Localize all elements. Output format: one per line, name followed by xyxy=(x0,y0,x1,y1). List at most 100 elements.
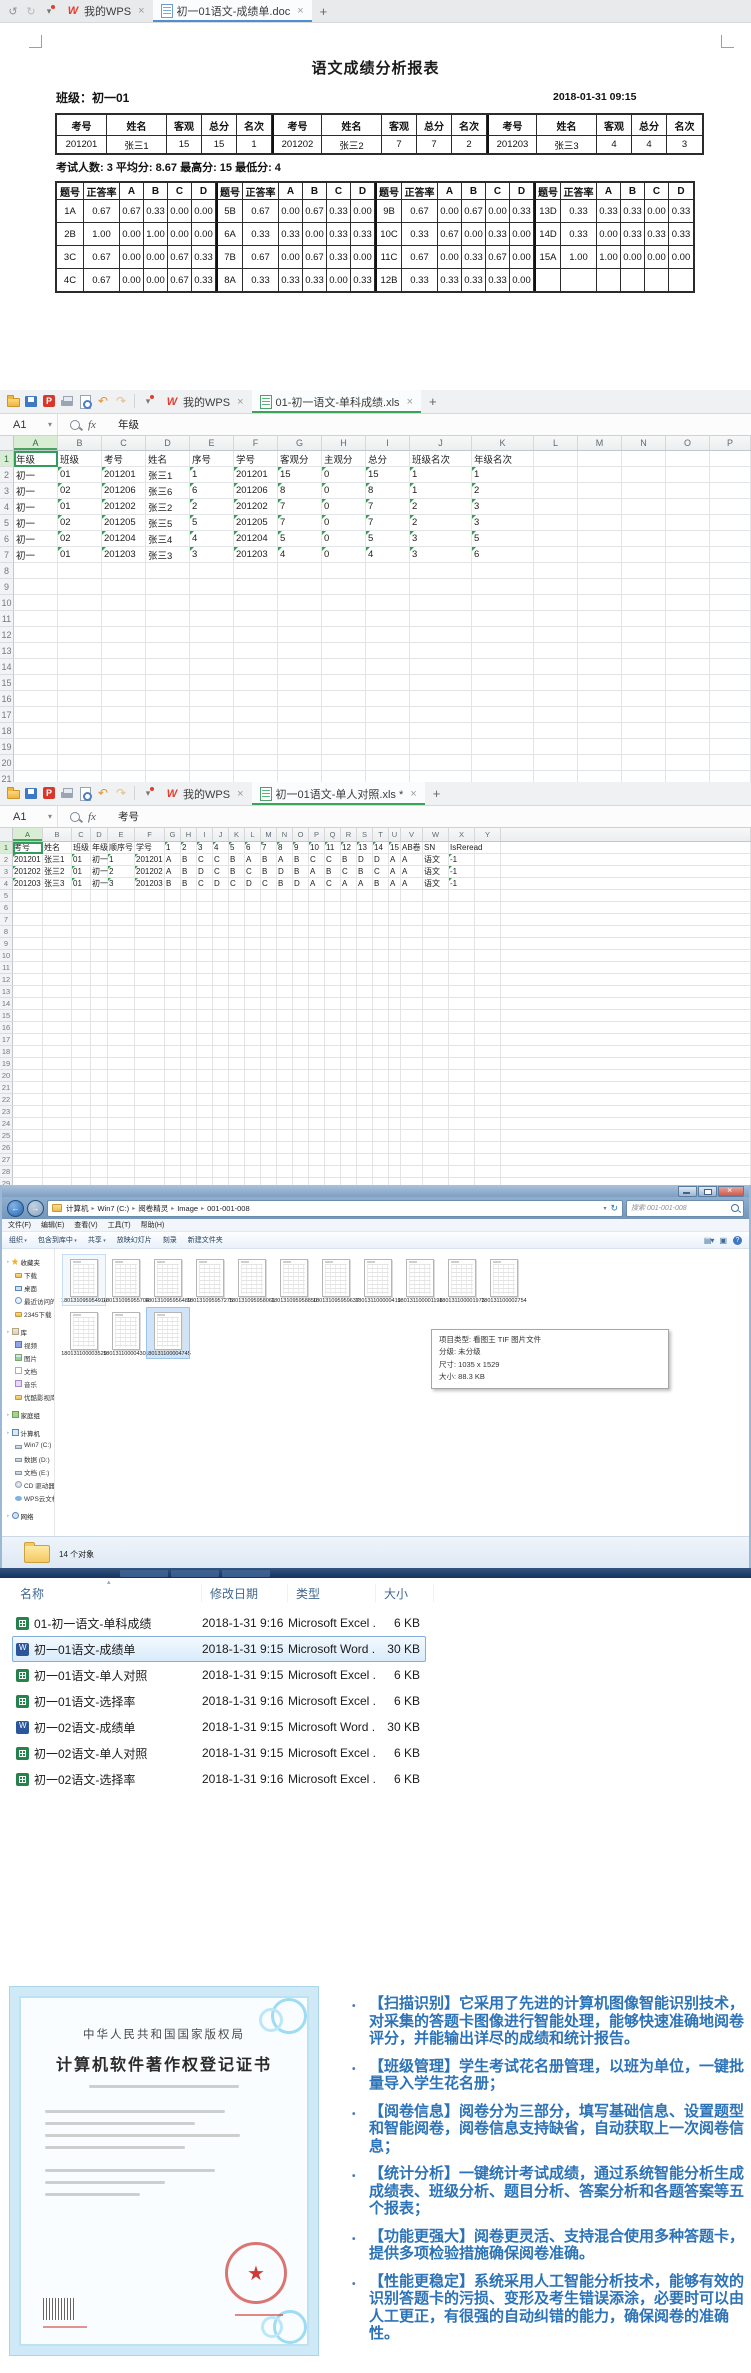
cell[interactable] xyxy=(341,1058,357,1070)
cell[interactable] xyxy=(472,723,534,739)
cell[interactable] xyxy=(146,643,190,659)
breadcrumb[interactable]: 计算机Win7 (C:)阅卷精灵Image001-001-008 xyxy=(47,1200,623,1217)
cell[interactable]: C xyxy=(325,878,341,890)
row-header[interactable]: 2 xyxy=(0,854,13,866)
menu-item[interactable]: 编辑(E) xyxy=(41,1220,64,1230)
column-header[interactable]: H xyxy=(181,828,197,841)
cell[interactable] xyxy=(13,1118,43,1130)
cell[interactable]: 201205 xyxy=(234,515,278,531)
cell[interactable] xyxy=(190,643,234,659)
column-header[interactable]: C xyxy=(102,436,146,450)
cell[interactable] xyxy=(190,659,234,675)
tab-close-icon[interactable] xyxy=(410,788,416,800)
cell[interactable] xyxy=(449,950,475,962)
sidebar-item[interactable]: CD 驱动器 (Z:) xyxy=(2,1478,54,1491)
cell[interactable] xyxy=(389,962,401,974)
cell[interactable] xyxy=(58,579,102,595)
cell[interactable] xyxy=(181,1058,197,1070)
cell[interactable] xyxy=(666,723,710,739)
cell[interactable] xyxy=(91,926,108,938)
cell[interactable] xyxy=(578,627,622,643)
cell[interactable] xyxy=(501,1046,751,1058)
cell[interactable] xyxy=(410,643,472,659)
file-row[interactable]: 初一02语文-单人对照2018-1-31 9:15Microsoft Excel… xyxy=(12,1740,426,1766)
cell[interactable] xyxy=(135,1082,165,1094)
cell[interactable] xyxy=(373,1094,389,1106)
new-tab-button[interactable] xyxy=(312,0,336,22)
cell[interactable] xyxy=(293,914,309,926)
cell[interactable] xyxy=(534,563,578,579)
cell[interactable] xyxy=(401,1154,423,1166)
cell[interactable] xyxy=(165,962,181,974)
redo-icon[interactable] xyxy=(113,785,129,801)
cell[interactable]: 2 xyxy=(108,866,135,878)
cell[interactable] xyxy=(389,902,401,914)
cell[interactable] xyxy=(72,1034,91,1046)
cell[interactable]: B xyxy=(181,866,197,878)
row-header[interactable]: 17 xyxy=(0,1034,13,1046)
cell[interactable] xyxy=(277,1166,293,1178)
cell[interactable] xyxy=(72,1082,91,1094)
cell[interactable] xyxy=(102,595,146,611)
cell[interactable] xyxy=(261,926,277,938)
cell[interactable]: A xyxy=(389,866,401,878)
cell[interactable] xyxy=(72,1058,91,1070)
cell[interactable] xyxy=(578,723,622,739)
thumbnail-item[interactable]: 180131100001198 xyxy=(399,1255,441,1305)
cell[interactable] xyxy=(322,627,366,643)
cell[interactable] xyxy=(322,659,366,675)
cell[interactable] xyxy=(245,1046,261,1058)
cell[interactable] xyxy=(261,1034,277,1046)
cell[interactable] xyxy=(472,755,534,771)
cell[interactable] xyxy=(72,938,91,950)
cell[interactable] xyxy=(91,1154,108,1166)
cell[interactable] xyxy=(278,627,322,643)
cell[interactable] xyxy=(102,707,146,723)
column-header[interactable]: D xyxy=(91,828,108,841)
cell[interactable] xyxy=(229,914,245,926)
cell[interactable]: 201206 xyxy=(234,483,278,499)
cell[interactable] xyxy=(423,1118,449,1130)
cell[interactable] xyxy=(475,1142,501,1154)
cell[interactable] xyxy=(309,1154,325,1166)
cell[interactable] xyxy=(325,1106,341,1118)
cell[interactable]: 5 xyxy=(278,531,322,547)
cell[interactable] xyxy=(472,659,534,675)
cell[interactable] xyxy=(357,914,373,926)
cell[interactable] xyxy=(423,1022,449,1034)
cell[interactable] xyxy=(261,1058,277,1070)
cell[interactable]: A xyxy=(401,854,423,866)
cell[interactable] xyxy=(578,451,622,467)
cell[interactable] xyxy=(277,1082,293,1094)
cell[interactable]: B xyxy=(261,854,277,866)
cell[interactable] xyxy=(108,926,135,938)
cell[interactable] xyxy=(534,467,578,483)
cell[interactable] xyxy=(293,1082,309,1094)
cell[interactable] xyxy=(229,950,245,962)
cell[interactable]: C xyxy=(325,854,341,866)
cell[interactable] xyxy=(357,1094,373,1106)
tab-workbook[interactable]: 01-初一语文-单科成绩.xls xyxy=(252,390,422,413)
cell[interactable] xyxy=(373,890,389,902)
cell[interactable] xyxy=(72,1010,91,1022)
cell[interactable] xyxy=(578,707,622,723)
cell[interactable] xyxy=(325,1022,341,1034)
cell[interactable]: A xyxy=(309,878,325,890)
cell[interactable]: 201203 xyxy=(102,547,146,563)
cell[interactable] xyxy=(389,1142,401,1154)
sidebar-item[interactable]: 视频 xyxy=(2,1338,54,1351)
column-header[interactable]: W xyxy=(423,828,449,841)
cell[interactable] xyxy=(213,1058,229,1070)
cell[interactable] xyxy=(13,1010,43,1022)
cell[interactable] xyxy=(13,1178,43,1185)
cell[interactable] xyxy=(475,986,501,998)
cell[interactable] xyxy=(102,643,146,659)
cell[interactable] xyxy=(357,1142,373,1154)
cell[interactable] xyxy=(72,998,91,1010)
cell[interactable] xyxy=(197,902,213,914)
cell[interactable] xyxy=(309,1010,325,1022)
cell[interactable] xyxy=(423,1094,449,1106)
cell[interactable] xyxy=(229,1142,245,1154)
cell[interactable] xyxy=(501,842,751,854)
cell[interactable] xyxy=(91,950,108,962)
